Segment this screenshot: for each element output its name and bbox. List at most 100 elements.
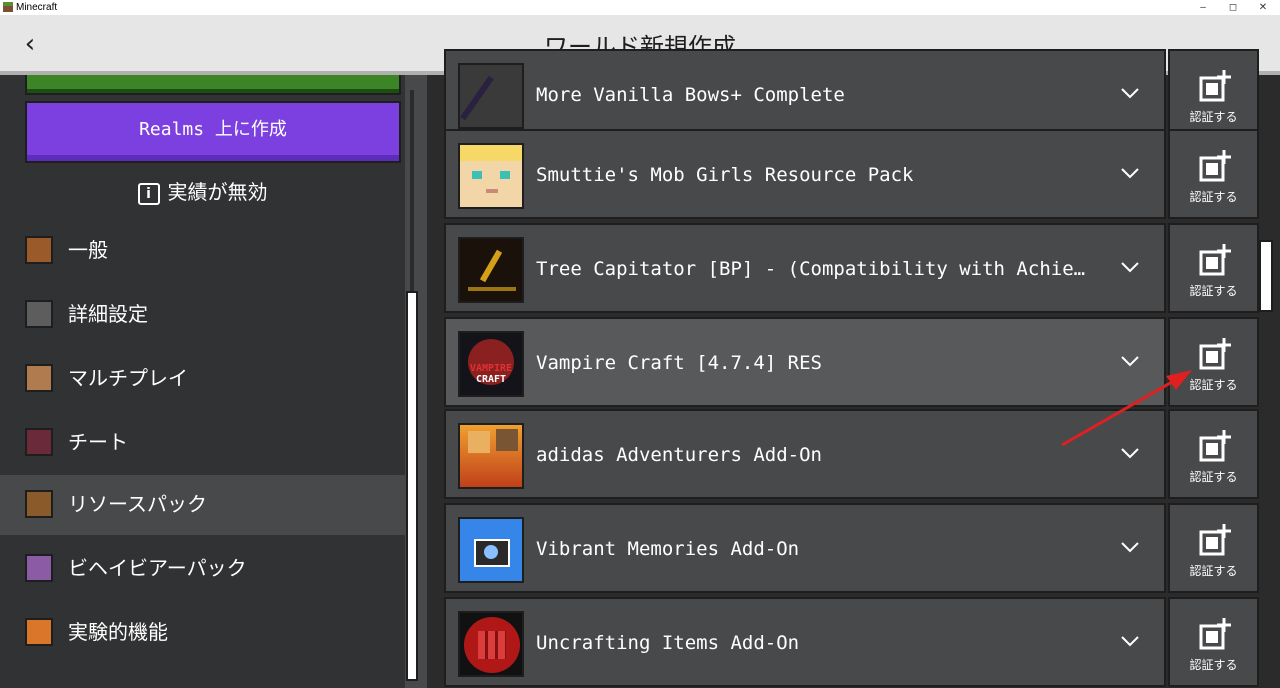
experiment-icon [25,618,53,646]
left-scroll-thumb[interactable] [406,291,418,681]
create-on-realms-button[interactable]: Realms 上に作成 [25,101,401,163]
activate-label: 認証する [1189,378,1238,392]
chevron-down-icon[interactable] [1118,255,1142,279]
chevron-down-icon[interactable] [1118,161,1142,185]
resource-pack-list: More Vanilla Bows+ Complete 認証する Smuttie's… [427,49,1280,688]
sidebar-item-label: リソースパック [68,492,207,516]
add-pack-icon [1199,618,1231,650]
chevron-down-icon[interactable] [1118,349,1142,373]
add-pack-icon [1199,430,1231,462]
info-icon: i [137,182,160,205]
achievements-disabled-text: 実績が無効 [167,180,268,204]
sidebar-item-label: 実験的機能 [68,620,168,644]
activate-pack-button[interactable]: 認証する [1168,223,1259,313]
activate-pack-button[interactable]: 認証する [1168,49,1259,139]
pack-item[interactable]: Tree Capitator [BP] - (Compatibility wit… [444,223,1166,313]
pack-row: Smuttie's Mob Girls Resource Pack 認証する [444,129,1259,219]
sidebar-item-4[interactable]: リソースパック [0,475,405,535]
golden-axe-icon [458,237,524,303]
activate-pack-button[interactable]: 認証する [1168,503,1259,593]
sidebar-item-1[interactable]: 詳細設定 [0,285,405,345]
add-pack-icon [1199,524,1231,556]
restore-button[interactable]: ◻ [1218,0,1248,15]
chevron-down-icon[interactable] [1118,81,1142,105]
window-titlebar: Minecraft – ◻ ✕ [0,0,1280,15]
pack-name: More Vanilla Bows+ Complete [536,84,845,106]
vampire-craft-logo-text: VAMPIRE CRAFT [469,363,513,385]
blonde-face-icon [458,143,524,209]
pack-row: Tree Capitator [BP] - (Compatibility wit… [444,223,1259,313]
camera-icon [458,517,524,583]
minecraft-app-icon [3,2,13,12]
chevron-down-shape [1121,448,1139,459]
pack-item[interactable]: Smuttie's Mob Girls Resource Pack [444,129,1166,219]
bow-icon [458,63,524,129]
sidebar-item-label: マルチプレイ [68,366,188,390]
close-button[interactable]: ✕ [1248,0,1278,15]
pack-row: Vibrant Memories Add-On 認証する [444,503,1259,593]
window-title: Minecraft [16,2,58,13]
gear-icon [25,236,53,264]
crafting-grid-icon [458,611,524,677]
activate-label: 認証する [1189,470,1238,484]
activate-label: 認証する [1189,564,1238,578]
chevron-down-icon[interactable] [1118,535,1142,559]
chevron-down-shape [1121,88,1139,99]
minimize-button[interactable]: – [1188,0,1218,15]
pack-name: Vampire Craft [4.7.4] RES [536,352,822,374]
sidebar-item-0[interactable]: 一般 [0,221,405,281]
pack-name: Smuttie's Mob Girls Resource Pack [536,164,914,186]
activate-pack-button[interactable]: 認証する [1168,317,1259,407]
steve-icon [25,364,53,392]
activate-pack-button[interactable]: 認証する [1168,597,1259,687]
activate-pack-button[interactable]: 認証する [1168,129,1259,219]
sidebar-item-6[interactable]: 実験的機能 [0,603,405,663]
chevron-down-shape [1121,542,1139,553]
pack-item[interactable]: VAMPIRE CRAFT Vampire Craft [4.7.4] RES [444,317,1166,407]
pack-row: VAMPIRE CRAFT Vampire Craft [4.7.4] RES 認証す… [444,317,1259,407]
achievements-disabled-notice: i 実績が無効 [0,175,405,209]
pack-item[interactable]: More Vanilla Bows+ Complete [444,49,1166,139]
chevron-down-shape [1121,168,1139,179]
settings-list: Realms 上に作成 i 実績が無効 一般詳細設定マルチプレイ チートリソースパッ… [0,75,405,688]
add-pack-icon [1199,70,1231,102]
sidebar-item-label: 詳細設定 [68,302,148,326]
pack-name: Tree Capitator [BP] - (Compatibility wit… [536,258,1096,280]
sidebar-item-5[interactable]: ビヘイビアーパック [0,539,405,599]
chevron-down-icon[interactable] [1118,629,1142,653]
activate-label: 認証する [1189,658,1238,672]
pack-name: Vibrant Memories Add-On [536,538,800,560]
sidebar-item-label: ビヘイビアーパック [68,556,247,580]
pack-row: More Vanilla Bows+ Complete 認証する [444,49,1259,139]
sidebar-item-3[interactable]: チート [0,413,405,473]
pack-name: adidas Adventurers Add-On [536,444,822,466]
furnace-icon [25,300,53,328]
pack-item[interactable]: Vibrant Memories Add-On [444,503,1166,593]
activate-pack-button[interactable]: 認証する [1168,409,1259,499]
left-settings-panel: Realms 上に作成 i 実績が無効 一般詳細設定マルチプレイ チートリソースパッ… [0,75,427,688]
pack-item[interactable]: Uncrafting Items Add-On [444,597,1166,687]
chevron-down-shape [1121,262,1139,273]
purple-block-icon [25,554,53,582]
chevron-down-shape [1121,636,1139,647]
adidas-icon [458,423,524,489]
pack-name: Uncrafting Items Add-On [536,632,800,654]
add-pack-icon [1199,244,1231,276]
right-scroll-thumb[interactable] [1259,240,1273,312]
activate-label: 認証する [1189,284,1238,298]
pack-row: Uncrafting Items Add-On 認証する [444,597,1259,687]
pack-row: adidas Adventurers Add-On 認証する [444,409,1259,499]
activate-label: 認証する [1189,190,1238,204]
sidebar-item-label: チート [68,430,128,454]
chest-icon [25,490,53,518]
vampire-craft-icon: VAMPIRE CRAFT [458,331,524,397]
pack-item[interactable]: adidas Adventurers Add-On [444,409,1166,499]
chevron-down-icon[interactable] [1118,441,1142,465]
add-pack-icon [1199,338,1231,370]
sidebar-item-2[interactable]: マルチプレイ [0,349,405,409]
command-block-icon [25,428,53,456]
create-button[interactable] [25,75,401,95]
add-pack-icon [1199,150,1231,182]
sidebar-item-label: 一般 [68,238,108,262]
activate-label: 認証する [1189,110,1238,124]
